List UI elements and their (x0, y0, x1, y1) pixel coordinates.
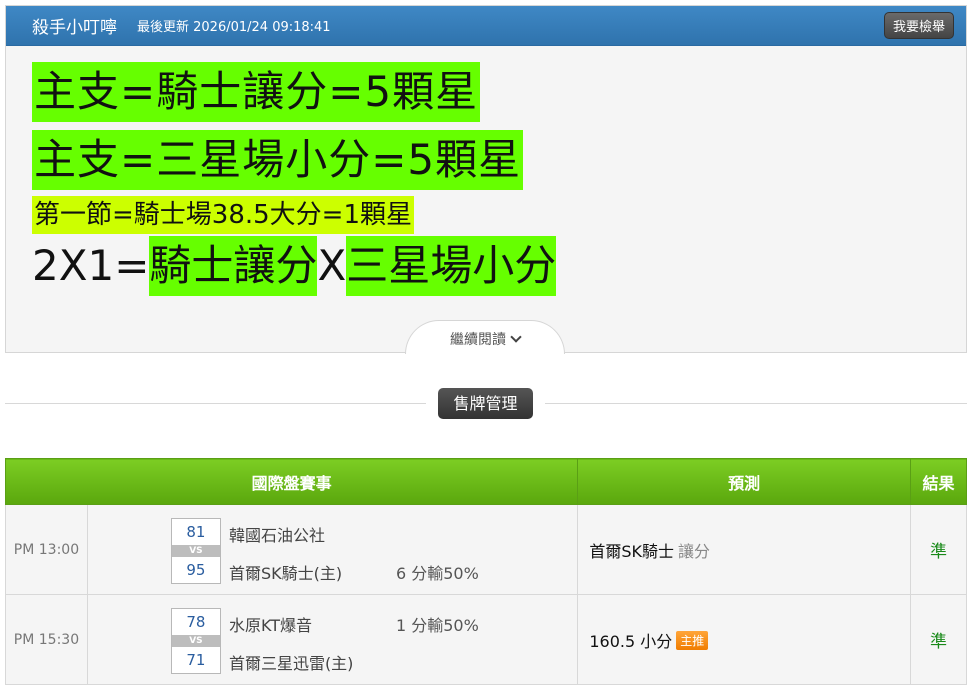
team-home: 首爾SK騎士(主) (228, 563, 343, 583)
table-row: PM 15:30 78 VS 71 水原KT爆音 首爾三星迅雷(主) 1 分輸5… (5, 594, 967, 685)
score-away: 78 (186, 612, 206, 631)
header-match: 國際盤賽事 (4, 458, 579, 505)
table-header-row: 國際盤賽事 預測 結果 (4, 458, 967, 505)
highlight-text: 主支=騎士讓分=5顆星 (32, 62, 481, 122)
match-cell: 81 VS 95 韓國石油公社 首爾SK騎士(主) 6 分輸50% (86, 504, 579, 595)
read-more-label: 繼續閱讀 (450, 332, 506, 348)
team-away: 韓國石油公社 (228, 525, 325, 545)
handicap: 1 分輸50% (395, 615, 479, 635)
match-cell: 78 VS 71 水原KT爆音 首爾三星迅雷(主) 1 分輸50% (86, 594, 579, 685)
featured-badge: 主推 (676, 630, 709, 650)
highlight-text: 主支=三星場小分=5顆星 (32, 130, 524, 190)
prediction-text: 160.5 小分 (589, 631, 673, 651)
chevron-down-icon (510, 331, 522, 343)
header-prediction: 預測 (577, 458, 912, 505)
score-box: 78 VS 71 (170, 607, 221, 674)
team-away: 水原KT爆音 (228, 615, 312, 635)
article-line-4: 2X1=騎士讓分X三星場小分 (32, 236, 966, 296)
prediction-cell: 首爾SK騎士 讓分 (577, 504, 912, 595)
last-updated: 最後更新 2026/01/24 09:18:41 (137, 20, 331, 35)
article-line-3: 第一節=騎士場38.5大分=1顆星 (32, 196, 966, 236)
prediction-text: 首爾SK騎士 (589, 541, 674, 561)
score-away: 81 (186, 522, 206, 541)
parlay-x: X (317, 241, 347, 290)
article-line-2: 主支=三星場小分=5顆星 (32, 130, 966, 196)
article-card: 殺手小叮嚀 最後更新 2026/01/24 09:18:41 我要檢舉 主支=騎… (5, 5, 967, 353)
read-more-button[interactable]: 繼續閱讀 (405, 320, 565, 354)
table-row: PM 13:00 81 VS 95 韓國石油公社 首爾SK騎士(主) 6 分輸5… (5, 504, 967, 595)
article-header: 殺手小叮嚀 最後更新 2026/01/24 09:18:41 我要檢舉 (6, 6, 966, 46)
vs-label: VS (171, 634, 220, 647)
article-body: 主支=騎士讓分=5顆星 主支=三星場小分=5顆星 第一節=騎士場38.5大分=1… (6, 46, 966, 296)
sell-management-button[interactable]: 售牌管理 (438, 388, 533, 419)
header-result: 結果 (910, 458, 967, 505)
report-button[interactable]: 我要檢舉 (883, 12, 954, 39)
match-time: PM 15:30 (5, 594, 88, 685)
prediction-cell: 160.5 小分 主推 (577, 594, 912, 685)
author-name[interactable]: 殺手小叮嚀 (32, 13, 117, 38)
article-line-1: 主支=騎士讓分=5顆星 (32, 62, 966, 128)
score-home: 95 (186, 560, 206, 579)
highlight-text: 第一節=騎士場38.5大分=1顆星 (32, 196, 415, 234)
prediction-type: 讓分 (678, 541, 711, 561)
vs-label: VS (171, 544, 220, 557)
handicap: 6 分輸50% (395, 563, 479, 583)
highlight-text: 三星場小分 (346, 236, 557, 296)
team-home: 首爾三星迅雷(主) (228, 653, 354, 673)
prediction-table: 國際盤賽事 預測 結果 PM 13:00 81 VS 95 韓國石油公社 首爾S… (4, 458, 967, 685)
parlay-prefix: 2X1= (32, 241, 150, 290)
highlight-text: 騎士讓分 (149, 236, 318, 296)
score-home: 71 (186, 650, 206, 669)
result-cell: 準 (910, 504, 967, 595)
match-time: PM 13:00 (5, 504, 88, 595)
score-box: 81 VS 95 (170, 517, 221, 584)
result-cell: 準 (910, 594, 967, 685)
